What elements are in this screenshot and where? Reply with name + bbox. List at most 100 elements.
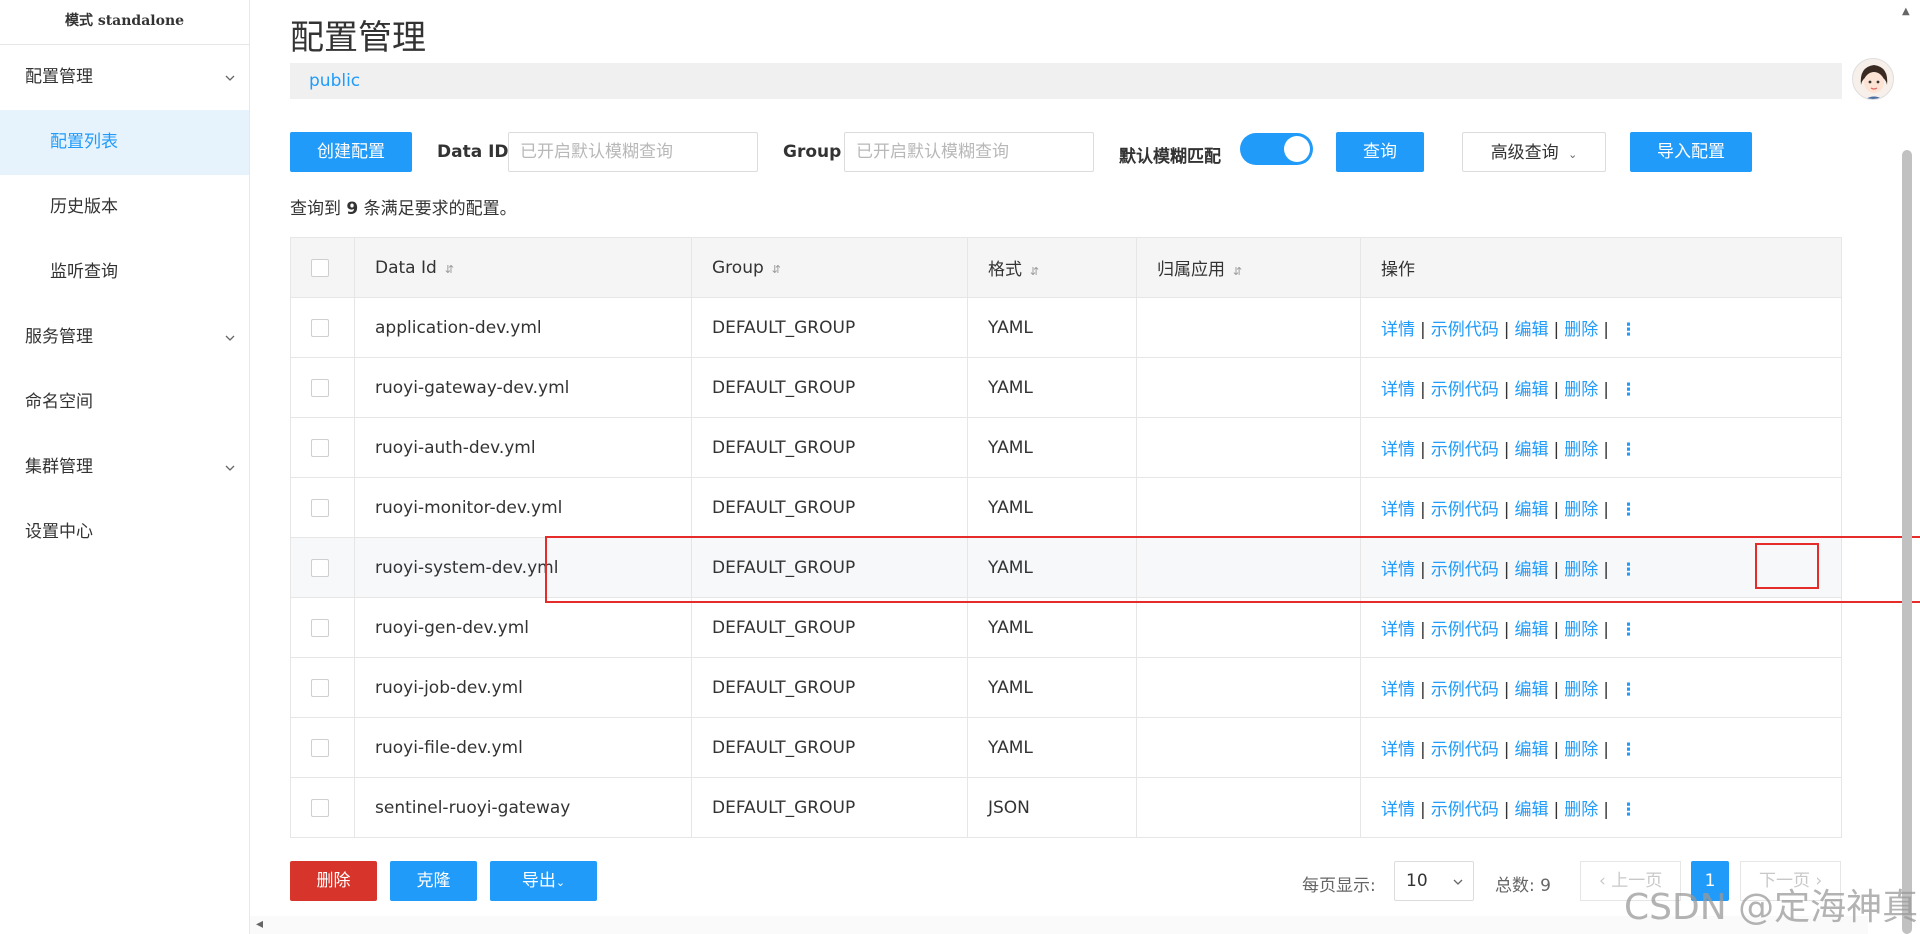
- more-vertical-icon[interactable]: ⋮: [1620, 800, 1637, 820]
- col-dataid[interactable]: Data Id ⇵: [354, 237, 692, 298]
- select-all-checkbox[interactable]: [311, 258, 329, 277]
- sort-icon[interactable]: ⇵: [1030, 265, 1039, 278]
- row-checkbox[interactable]: [311, 318, 329, 337]
- table-row[interactable]: ruoyi-file-dev.yml DEFAULT_GROUP YAML 详情 | 示例…: [290, 717, 1842, 778]
- row-action-detail[interactable]: 详情: [1381, 740, 1415, 760]
- row-checkbox[interactable]: [311, 378, 329, 397]
- sidebar-item-cluster-management[interactable]: 集群管理: [0, 435, 249, 500]
- more-vertical-icon[interactable]: ⋮: [1620, 560, 1637, 580]
- export-button[interactable]: 导出⌄: [490, 861, 597, 901]
- row-action-edit[interactable]: 编辑: [1514, 380, 1548, 400]
- import-config-button[interactable]: 导入配置: [1630, 132, 1752, 172]
- table-row[interactable]: ruoyi-monitor-dev.yml DEFAULT_GROUP YAML 详情…: [290, 477, 1842, 538]
- row-action-detail[interactable]: 详情: [1381, 500, 1415, 520]
- row-checkbox[interactable]: [311, 678, 329, 697]
- col-format[interactable]: 格式 ⇵: [967, 237, 1137, 298]
- table-row[interactable]: sentinel-ruoyi-gateway DEFAULT_GROUP JSON 详…: [290, 777, 1842, 838]
- row-action-edit[interactable]: 编辑: [1514, 560, 1548, 580]
- more-vertical-icon[interactable]: ⋮: [1620, 380, 1637, 400]
- row-action-sample[interactable]: 示例代码: [1431, 740, 1499, 760]
- row-action-detail[interactable]: 详情: [1381, 680, 1415, 700]
- sidebar-item-listener-query[interactable]: 监听查询: [0, 240, 249, 305]
- sidebar-item-config-management[interactable]: 配置管理: [0, 45, 249, 110]
- namespace-public[interactable]: public: [309, 71, 360, 91]
- row-checkbox[interactable]: [311, 558, 329, 577]
- dataid-search-input[interactable]: [508, 132, 758, 172]
- row-action-sample[interactable]: 示例代码: [1431, 800, 1499, 820]
- row-action-sample[interactable]: 示例代码: [1431, 380, 1499, 400]
- row-action-edit[interactable]: 编辑: [1514, 320, 1548, 340]
- clone-button[interactable]: 克隆: [390, 861, 477, 901]
- table-row[interactable]: ruoyi-gateway-dev.yml DEFAULT_GROUP YAML 详情…: [290, 357, 1842, 418]
- more-vertical-icon[interactable]: ⋮: [1620, 320, 1637, 340]
- create-config-button[interactable]: 创建配置: [290, 132, 412, 172]
- row-action-edit[interactable]: 编辑: [1514, 440, 1548, 460]
- row-checkbox[interactable]: [311, 738, 329, 757]
- row-checkbox[interactable]: [311, 438, 329, 457]
- vertical-scrollbar[interactable]: ▲: [1868, 0, 1920, 934]
- sidebar-item-namespace[interactable]: 命名空间: [0, 370, 249, 435]
- table-row[interactable]: ruoyi-auth-dev.yml DEFAULT_GROUP YAML 详情 | 示例…: [290, 417, 1842, 478]
- sort-icon[interactable]: ⇵: [772, 263, 781, 276]
- row-action-delete[interactable]: 删除: [1564, 500, 1598, 520]
- row-action-sample[interactable]: 示例代码: [1431, 680, 1499, 700]
- row-action-delete[interactable]: 删除: [1564, 800, 1598, 820]
- group-search-input[interactable]: [844, 132, 1094, 172]
- row-action-sample[interactable]: 示例代码: [1431, 320, 1499, 340]
- more-vertical-icon[interactable]: ⋮: [1620, 620, 1637, 640]
- row-action-delete[interactable]: 删除: [1564, 620, 1598, 640]
- row-action-delete[interactable]: 删除: [1564, 380, 1598, 400]
- col-app[interactable]: 归属应用 ⇵: [1136, 237, 1361, 298]
- row-action-detail[interactable]: 详情: [1381, 800, 1415, 820]
- table-row[interactable]: application-dev.yml DEFAULT_GROUP YAML 详情 | 示…: [290, 297, 1842, 358]
- more-vertical-icon[interactable]: ⋮: [1620, 500, 1637, 520]
- table-row[interactable]: ruoyi-gen-dev.yml DEFAULT_GROUP YAML 详情 | 示例代…: [290, 597, 1842, 658]
- sidebar-item-service-management[interactable]: 服务管理: [0, 305, 249, 370]
- scrollbar-thumb[interactable]: [1902, 150, 1912, 934]
- row-action-edit[interactable]: 编辑: [1514, 740, 1548, 760]
- col-group[interactable]: Group ⇵: [691, 237, 968, 298]
- row-action-edit[interactable]: 编辑: [1514, 500, 1548, 520]
- scroll-up-icon[interactable]: ▲: [1902, 6, 1910, 17]
- row-action-delete[interactable]: 删除: [1564, 560, 1598, 580]
- fuzzy-match-toggle[interactable]: [1240, 133, 1313, 165]
- query-button[interactable]: 查询: [1336, 132, 1424, 172]
- row-checkbox[interactable]: [311, 618, 329, 637]
- row-action-delete[interactable]: 删除: [1564, 740, 1598, 760]
- row-action-edit[interactable]: 编辑: [1514, 800, 1548, 820]
- cell-dataid: ruoyi-gen-dev.yml: [354, 597, 692, 658]
- result-suffix: 条满足要求的配置。: [363, 199, 517, 219]
- row-action-sample[interactable]: 示例代码: [1431, 560, 1499, 580]
- sidebar-item-settings[interactable]: 设置中心: [0, 500, 249, 565]
- row-action-delete[interactable]: 删除: [1564, 320, 1598, 340]
- sort-icon[interactable]: ⇵: [1233, 265, 1242, 278]
- row-action-edit[interactable]: 编辑: [1514, 680, 1548, 700]
- sidebar-item-config-list[interactable]: 配置列表: [0, 110, 249, 175]
- row-checkbox[interactable]: [311, 798, 329, 817]
- scroll-left-icon[interactable]: ◂: [256, 916, 263, 932]
- row-action-delete[interactable]: 删除: [1564, 440, 1598, 460]
- row-action-delete[interactable]: 删除: [1564, 680, 1598, 700]
- table-row[interactable]: ruoyi-system-dev.yml DEFAULT_GROUP YAML 详情 |…: [290, 537, 1842, 598]
- row-action-detail[interactable]: 详情: [1381, 620, 1415, 640]
- page-size-select[interactable]: 10: [1394, 861, 1474, 901]
- row-action-edit[interactable]: 编辑: [1514, 620, 1548, 640]
- advanced-query-button[interactable]: 高级查询 ⌄: [1462, 132, 1606, 172]
- sort-icon[interactable]: ⇵: [445, 263, 454, 276]
- more-vertical-icon[interactable]: ⋮: [1620, 740, 1637, 760]
- row-action-sample[interactable]: 示例代码: [1431, 440, 1499, 460]
- more-vertical-icon[interactable]: ⋮: [1620, 440, 1637, 460]
- cell-dataid: application-dev.yml: [354, 297, 692, 358]
- row-action-detail[interactable]: 详情: [1381, 320, 1415, 340]
- batch-delete-button[interactable]: 删除: [290, 861, 377, 901]
- more-vertical-icon[interactable]: ⋮: [1620, 680, 1637, 700]
- row-action-detail[interactable]: 详情: [1381, 440, 1415, 460]
- row-action-detail[interactable]: 详情: [1381, 380, 1415, 400]
- table-row[interactable]: ruoyi-job-dev.yml DEFAULT_GROUP YAML 详情 | 示例代…: [290, 657, 1842, 718]
- row-action-sample[interactable]: 示例代码: [1431, 500, 1499, 520]
- sidebar-item-history[interactable]: 历史版本: [0, 175, 249, 240]
- row-checkbox[interactable]: [311, 498, 329, 517]
- action-separator: |: [1503, 380, 1510, 400]
- row-action-detail[interactable]: 详情: [1381, 560, 1415, 580]
- row-action-sample[interactable]: 示例代码: [1431, 620, 1499, 640]
